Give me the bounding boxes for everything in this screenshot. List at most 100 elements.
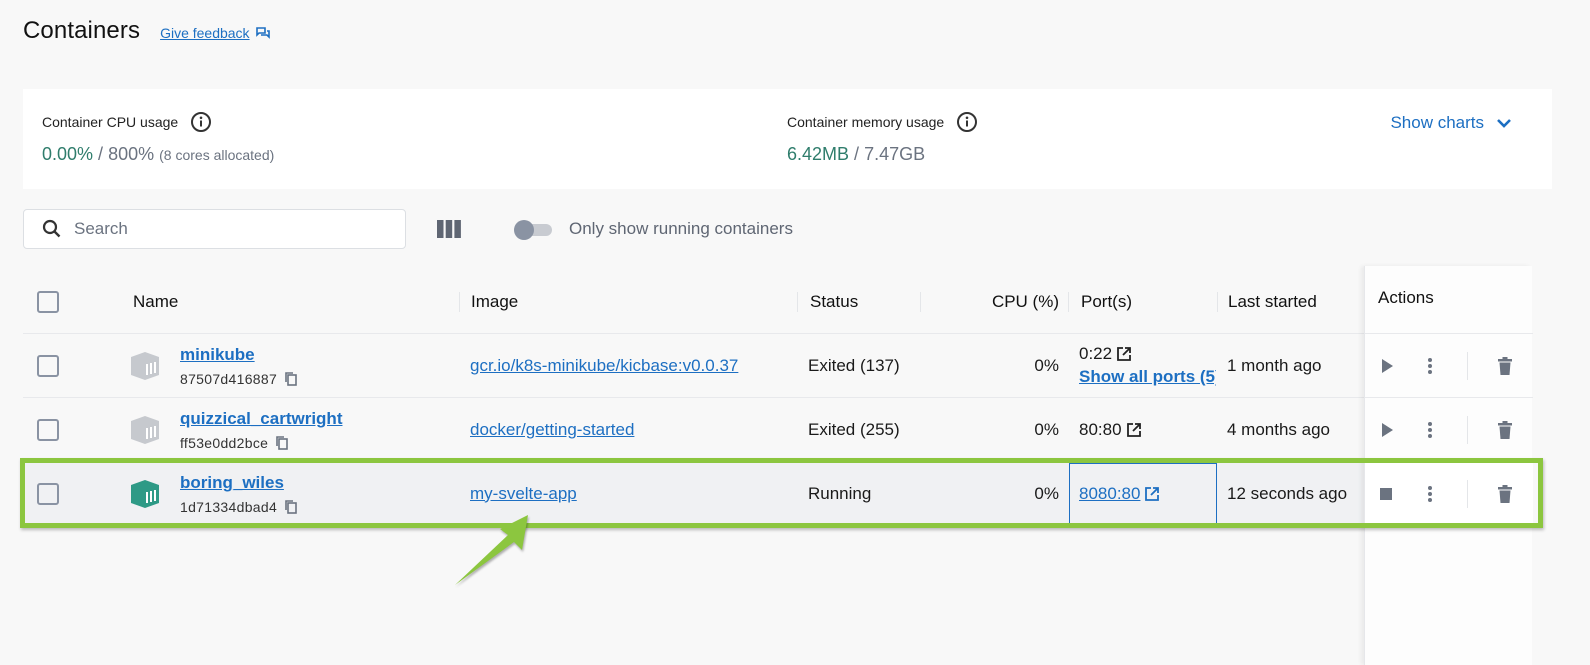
delete-button[interactable] [1491, 480, 1519, 508]
cpu-usage-label: Container CPU usage [42, 114, 179, 130]
page-title: Containers [23, 17, 141, 44]
info-icon[interactable] [190, 111, 212, 133]
show-all-ports-link[interactable]: Show all ports (5) [1079, 367, 1216, 387]
give-feedback-link[interactable]: Give feedback [160, 25, 270, 41]
table-row[interactable]: quizzical_cartwright ff53e0dd2bce docker… [23, 398, 1532, 462]
search-input[interactable] [74, 219, 374, 239]
action-divider [1467, 416, 1468, 444]
port-text: 0:22 [1079, 344, 1113, 363]
delete-button[interactable] [1491, 416, 1519, 444]
cpu-value: 0% [1034, 483, 1059, 503]
column-header-image[interactable]: Image [471, 270, 518, 333]
row-checkbox[interactable] [37, 482, 59, 505]
image-link[interactable]: my-svelte-app [470, 484, 577, 504]
memory-usage-label: Container memory usage [787, 114, 945, 130]
running-only-label: Only show running containers [569, 219, 793, 238]
container-icon [131, 415, 159, 444]
column-header-last-started[interactable]: Last started [1228, 270, 1317, 333]
usage-stats-panel: Container CPU usage 0.00% / 800% (8 core… [23, 89, 1552, 189]
column-divider[interactable] [920, 292, 921, 312]
more-vert-icon [1428, 358, 1432, 374]
last-started: 12 seconds ago [1227, 483, 1348, 503]
row-checkbox[interactable] [37, 418, 59, 441]
cpu-value: 0% [1034, 355, 1059, 375]
action-divider [1467, 480, 1468, 508]
row-checkbox[interactable] [37, 354, 59, 377]
page-header: Containers Give feedback [23, 17, 270, 45]
table-row[interactable]: boring_wiles 1d71334dbad4 my-svelte-app … [23, 462, 1532, 526]
more-options-button[interactable] [1416, 352, 1444, 380]
actions-column: Actions [1364, 266, 1533, 665]
port-text: 80:80 [1079, 419, 1122, 439]
column-header-status[interactable]: Status [810, 270, 858, 333]
play-icon [1382, 423, 1393, 437]
cpu-separator: / [93, 144, 109, 164]
container-id: 87507d416887 [180, 370, 278, 387]
delete-button[interactable] [1491, 352, 1519, 380]
container-icon [131, 351, 159, 380]
search-box [23, 209, 406, 249]
column-header-name[interactable]: Name [133, 270, 178, 333]
column-divider[interactable] [1217, 292, 1218, 312]
info-icon[interactable] [956, 111, 978, 133]
toggle-thumb [514, 220, 534, 240]
memory-usage-stat: Container memory usage 6.42MB / 7.47GB [787, 111, 978, 165]
copy-icon[interactable] [275, 435, 289, 451]
columns-icon [437, 220, 461, 238]
table-header-row: Name Image Status CPU (%) Port(s) Last s… [23, 270, 1532, 334]
play-icon [1382, 359, 1393, 373]
more-options-button[interactable] [1416, 416, 1444, 444]
port-mapping[interactable]: 8080:80 [1079, 484, 1160, 504]
last-started: 1 month ago [1227, 355, 1322, 375]
cpu-usage-stat: Container CPU usage 0.00% / 800% (8 core… [42, 111, 274, 165]
port-link[interactable]: 8080:80 [1079, 484, 1140, 504]
toolbar: Only show running containers [23, 209, 793, 249]
more-options-button[interactable] [1416, 480, 1444, 508]
image-link[interactable]: gcr.io/k8s-minikube/kicbase:v0.0.37 [470, 356, 738, 376]
status-text: Exited (137) [808, 355, 900, 375]
containers-table: Name Image Status CPU (%) Port(s) Last s… [23, 270, 1532, 526]
stop-button[interactable] [1372, 480, 1400, 508]
chevron-down-icon [1497, 119, 1511, 128]
container-id: ff53e0dd2bce [180, 434, 269, 451]
container-running-icon [131, 479, 159, 508]
container-name-link[interactable]: boring_wiles [180, 473, 284, 493]
start-button[interactable] [1373, 352, 1401, 380]
table-row[interactable]: minikube 87507d416887 gcr.io/k8s-minikub… [23, 334, 1532, 398]
trash-icon [1498, 421, 1512, 439]
copy-icon[interactable] [284, 371, 298, 387]
status-text: Exited (255) [808, 419, 900, 439]
more-vert-icon [1428, 486, 1432, 502]
external-link-icon [1117, 347, 1131, 361]
search-icon [42, 219, 61, 238]
trash-icon [1498, 357, 1512, 375]
column-divider[interactable] [459, 292, 460, 312]
select-all-checkbox[interactable] [37, 290, 59, 313]
status-text: Running [808, 483, 872, 503]
column-divider[interactable] [1068, 292, 1069, 312]
port-mapping[interactable]: 0:22 [1079, 344, 1131, 364]
column-settings-button[interactable] [437, 220, 461, 238]
external-link-icon [1126, 422, 1141, 437]
copy-icon[interactable] [284, 499, 298, 515]
column-divider[interactable] [797, 292, 798, 312]
running-only-toggle[interactable] [514, 220, 552, 240]
row-divider [1365, 397, 1533, 398]
show-charts-label: Show charts [1390, 113, 1484, 132]
last-started: 4 months ago [1227, 419, 1331, 439]
more-vert-icon [1428, 422, 1432, 438]
image-link[interactable]: docker/getting-started [470, 420, 634, 440]
memory-total-value: 7.47GB [864, 144, 926, 164]
container-name-link[interactable]: minikube [180, 345, 255, 365]
start-button[interactable] [1373, 416, 1401, 444]
container-id: 1d71334dbad4 [180, 498, 278, 515]
column-header-actions: Actions [1378, 288, 1434, 307]
cpu-total-value: 800% [108, 144, 155, 164]
port-mapping[interactable]: 80:80 [1079, 420, 1141, 440]
column-header-cpu[interactable]: CPU (%) [923, 270, 1059, 333]
external-link-icon [1145, 486, 1160, 501]
column-header-ports[interactable]: Port(s) [1081, 270, 1132, 333]
give-feedback-label: Give feedback [160, 25, 250, 41]
container-name-link[interactable]: quizzical_cartwright [180, 409, 342, 429]
show-charts-button[interactable]: Show charts [1390, 113, 1512, 133]
